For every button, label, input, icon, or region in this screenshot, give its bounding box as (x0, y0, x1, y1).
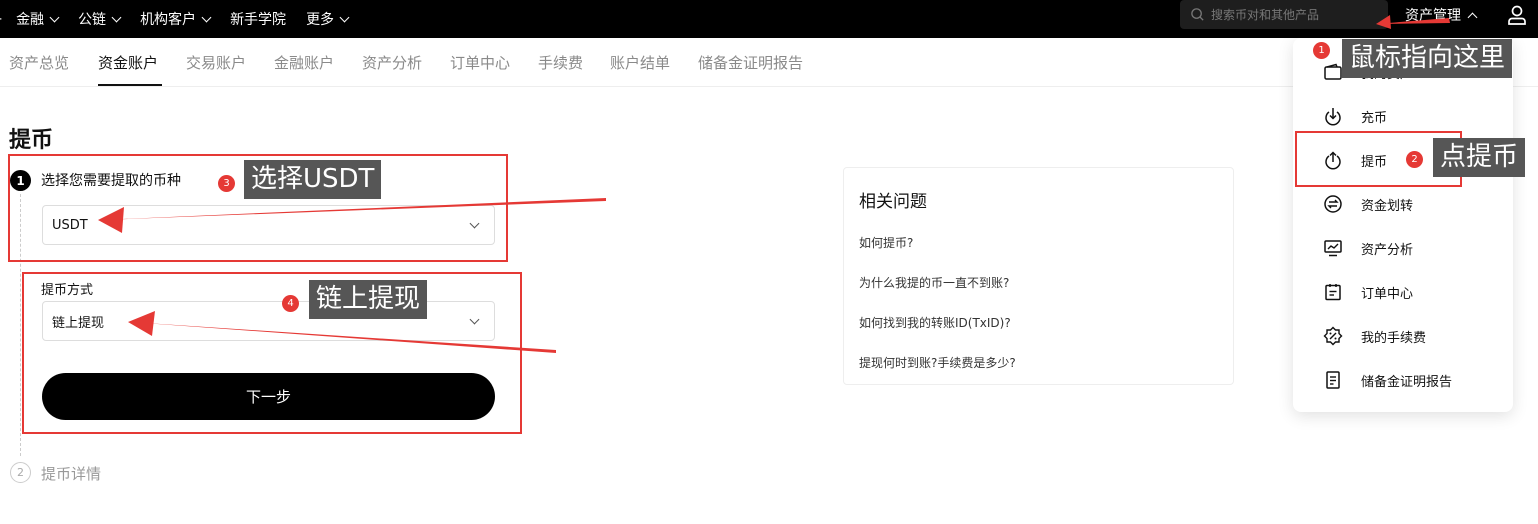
asset-management-label: 资产管理 (1405, 8, 1461, 24)
order-icon (1325, 284, 1341, 301)
annotation-callout-4: 链上提现 (309, 280, 428, 320)
annotation-callout-1: 鼠标指向这里 (1342, 39, 1513, 79)
nav-item-academy[interactable]: 新手学院 (230, 9, 286, 29)
tab-trading-account[interactable]: 交易账户 (186, 52, 246, 73)
top-navigation-bar: - 金融 公链 机构客户 新手学院 更多 资产管理 (0, 0, 1538, 38)
annotation-callout-3: 选择USDT (244, 160, 382, 200)
annotation-badge-2: 2 (1406, 151, 1423, 168)
menu-item-transfer[interactable]: 资金划转 (1293, 182, 1513, 226)
user-icon[interactable] (1506, 4, 1528, 26)
menu-item-label: 充币 (1361, 110, 1388, 126)
annotation-box-method (22, 272, 522, 434)
active-tab-indicator (98, 84, 162, 86)
related-questions-panel: 相关问题 如何提币? 为什么我提的币一直不到账? 如何找到我的转账ID(TxID… (843, 167, 1234, 385)
chevron-down-icon (201, 12, 212, 22)
chevron-down-icon (49, 12, 60, 22)
fee-icon (1323, 326, 1343, 346)
menu-item-label: 资金划转 (1361, 198, 1414, 214)
annotation-callout-2: 点提币 (1433, 138, 1526, 178)
tab-asset-overview[interactable]: 资产总览 (9, 52, 69, 73)
page-title: 提币 (9, 128, 54, 153)
report-icon (1326, 371, 1340, 389)
faq-link[interactable]: 如何找到我的转账ID(TxID)? (859, 314, 1011, 331)
menu-item-order-center[interactable]: 订单中心 (1293, 270, 1513, 314)
nav-item-more[interactable]: 更多 (306, 9, 350, 29)
tab-finance-account[interactable]: 金融账户 (274, 52, 334, 73)
nav-label: 机构客户 (140, 12, 197, 28)
annotation-badge-1: 1 (1313, 42, 1330, 59)
faq-link[interactable]: 为什么我提的币一直不到账? (859, 274, 1009, 291)
deposit-icon (1325, 108, 1341, 126)
nav-item-chain[interactable]: 公链 (78, 9, 122, 29)
menu-item-proof-of-reserves[interactable]: 储备金证明报告 (1293, 358, 1513, 402)
menu-item-asset-analysis[interactable]: 资产分析 (1293, 226, 1513, 270)
nav-label: 新手学院 (230, 12, 287, 28)
menu-item-label: 资产分析 (1361, 242, 1414, 258)
menu-item-my-fees[interactable]: 我的手续费 (1293, 314, 1513, 358)
step-2-label: 提币详情 (41, 465, 102, 483)
wallet-icon (1324, 63, 1342, 80)
main-nav: - 金融 公链 机构客户 新手学院 更多 (0, 0, 368, 38)
step-2-badge: 2 (10, 462, 31, 483)
tab-order-center[interactable]: 订单中心 (450, 52, 510, 73)
search-box[interactable] (1180, 0, 1388, 29)
tab-fees[interactable]: 手续费 (538, 52, 583, 73)
search-icon (1191, 8, 1204, 21)
chevron-down-icon (111, 12, 122, 22)
faq-link[interactable]: 提现何时到账?手续费是多少? (859, 354, 1016, 371)
nav-item-finance[interactable]: 金融 (16, 9, 60, 29)
transfer-icon (1324, 195, 1342, 213)
analysis-icon (1324, 240, 1342, 257)
chevron-down-icon (339, 12, 350, 22)
faq-link[interactable]: 如何提币? (859, 234, 913, 251)
tab-statements[interactable]: 账户结单 (610, 52, 670, 73)
nav-label: 金融 (16, 12, 45, 28)
faq-title: 相关问题 (859, 192, 927, 212)
annotation-badge-3: 3 (218, 175, 235, 192)
menu-item-label: 我的手续费 (1361, 330, 1427, 346)
menu-item-label: 订单中心 (1361, 286, 1414, 302)
nav-edge-glyph: - (0, 11, 2, 27)
search-input[interactable] (1211, 7, 1381, 22)
tab-proof-of-reserves[interactable]: 储备金证明报告 (698, 52, 803, 73)
tab-funding-account[interactable]: 资金账户 (98, 52, 158, 73)
annotation-badge-4: 4 (282, 295, 299, 312)
asset-management-dropdown: 我的资产 充币 提币 资金划转 资产分析 订单中心 我的手续费 储备金证明报告 (1293, 38, 1513, 412)
asset-management-menu[interactable]: 资产管理 (1405, 0, 1478, 30)
chevron-up-icon (1467, 12, 1478, 22)
menu-item-label: 储备金证明报告 (1361, 374, 1453, 390)
tab-asset-analysis[interactable]: 资产分析 (362, 52, 422, 73)
nav-label: 更多 (306, 12, 335, 28)
nav-item-institutional[interactable]: 机构客户 (140, 9, 212, 29)
nav-label: 公链 (78, 12, 107, 28)
